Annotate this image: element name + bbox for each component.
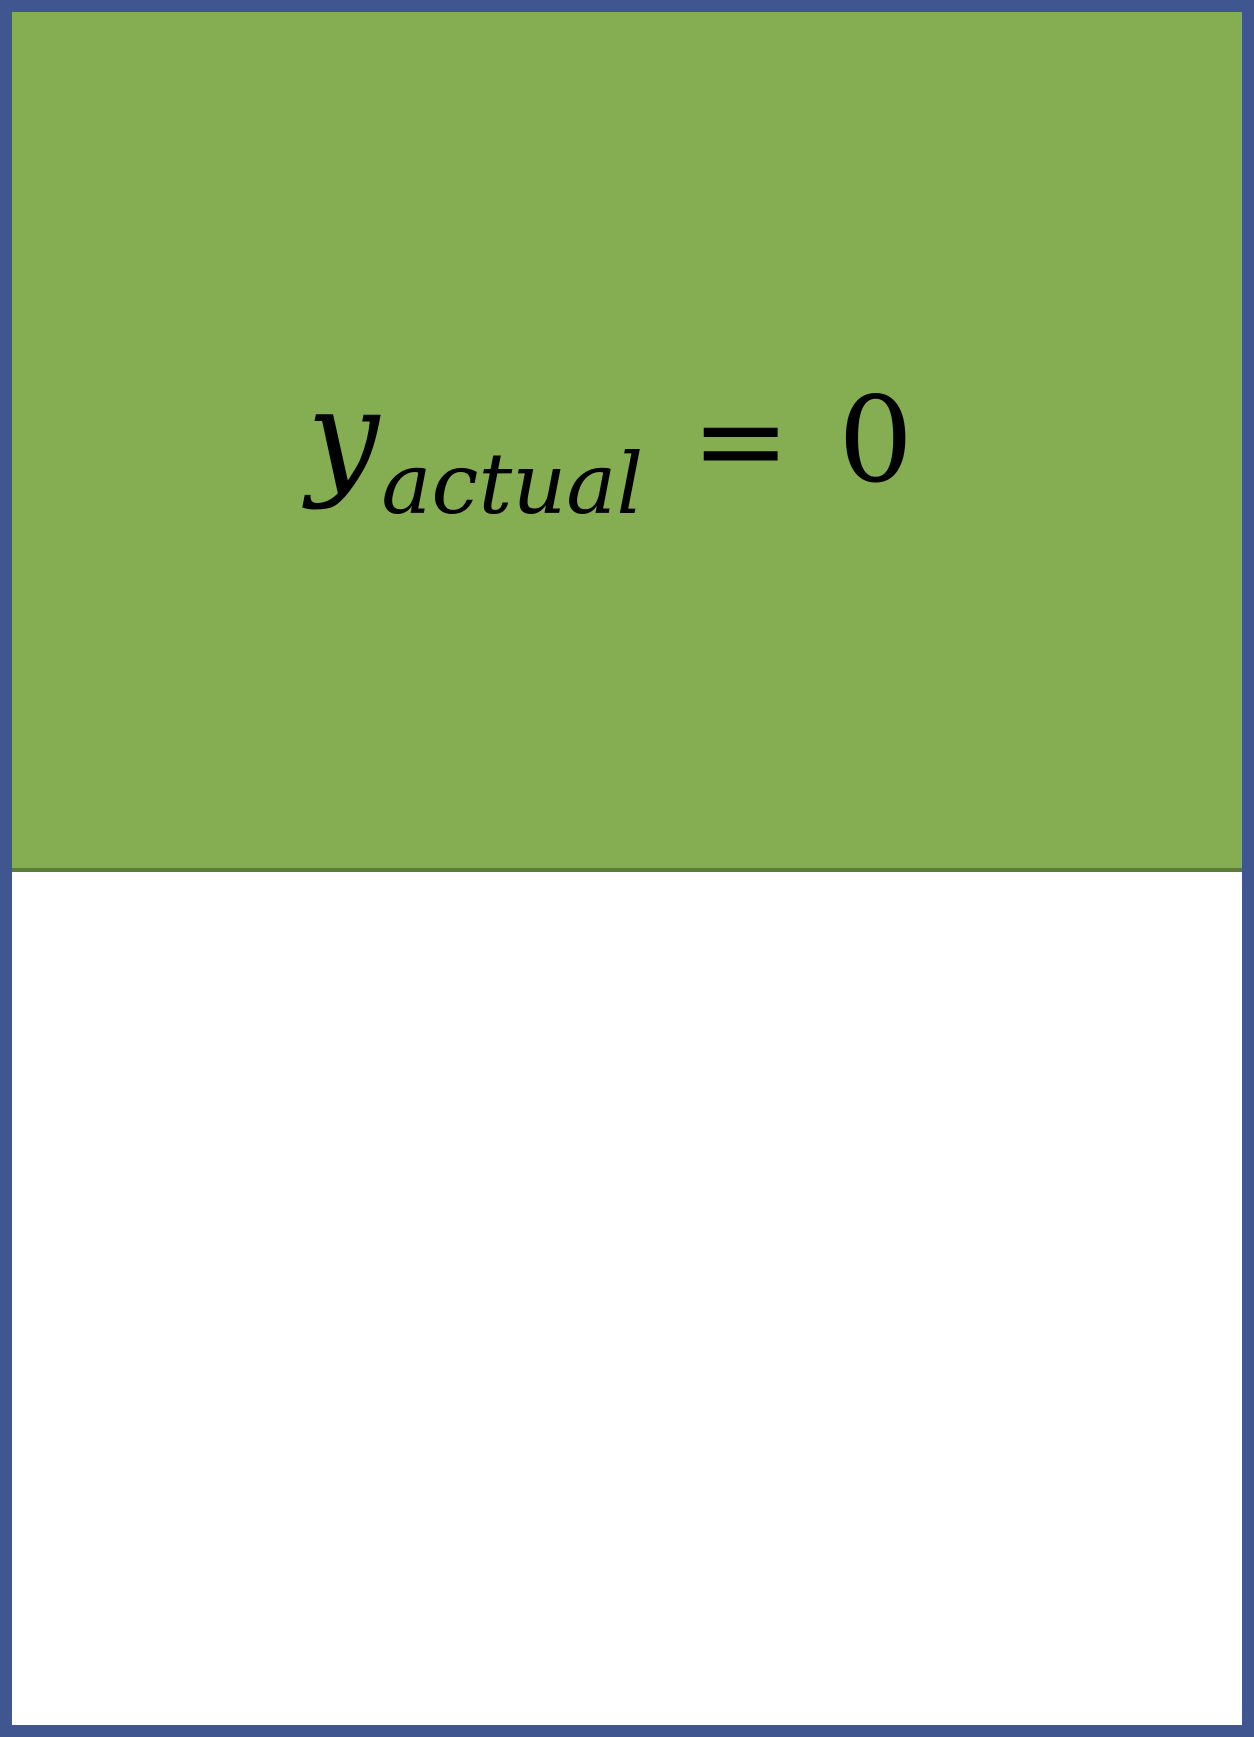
bottom-panel xyxy=(12,872,1242,1725)
top-panel: yactual = 0 xyxy=(12,12,1242,872)
equation-variable: y xyxy=(307,363,380,512)
equation-subscript: actual xyxy=(381,435,644,533)
diagram-frame: yactual = 0 xyxy=(0,0,1254,1737)
equation: yactual = 0 xyxy=(307,374,913,534)
equation-value: 0 xyxy=(838,371,914,509)
equation-operator: = xyxy=(691,371,791,509)
